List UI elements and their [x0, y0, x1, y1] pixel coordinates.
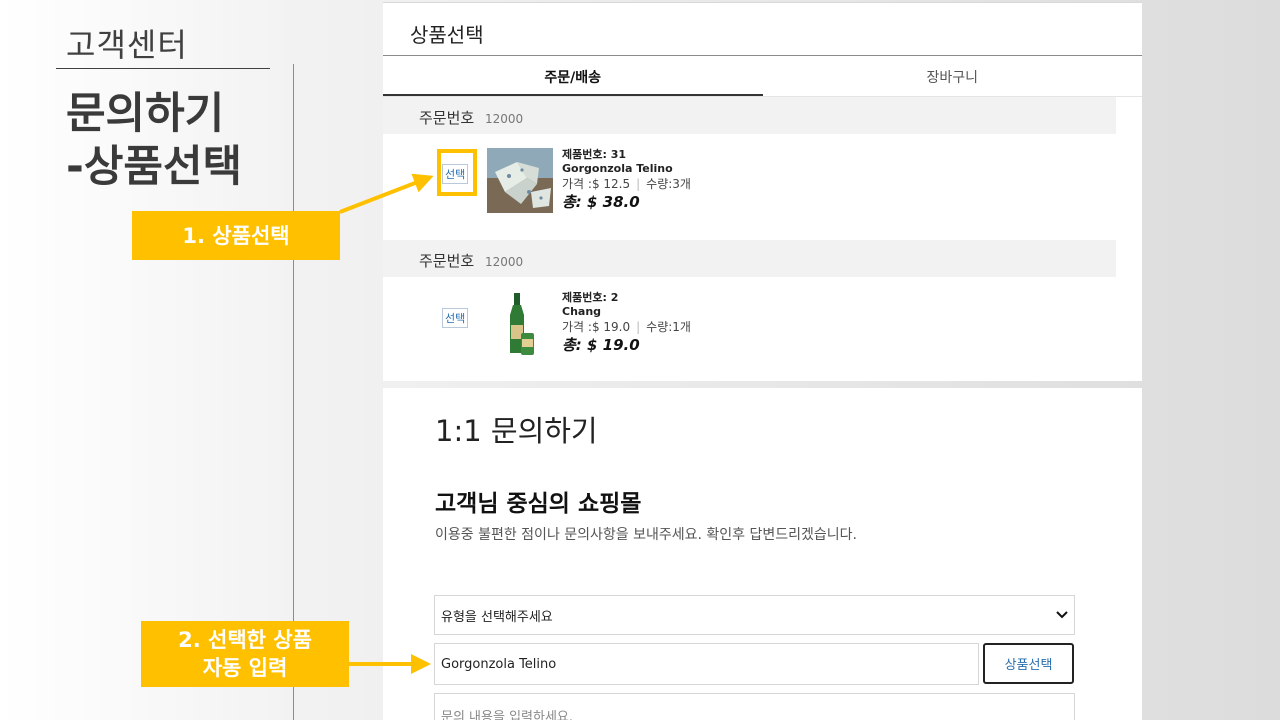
product-price: 가격 :$ 12.5: [562, 177, 631, 191]
highlight-box: [437, 149, 477, 196]
inquiry-content-placeholder: 문의 내용을 입력하세요.: [441, 710, 573, 720]
order-label: 주문번호: [419, 252, 475, 270]
order-label: 주문번호: [419, 109, 475, 127]
product-total: 총: $ 19.0: [562, 336, 640, 354]
price-line: 가격 :$ 19.0 | 수량:1개: [562, 320, 691, 334]
slide-title: 문의하기 -상품선택: [66, 89, 243, 192]
price-line: 가격 :$ 12.5 | 수량:3개: [562, 177, 691, 191]
callout-step-1: 1. 상품선택: [132, 211, 340, 260]
product-id: 제품번호: 31: [562, 148, 627, 161]
inquiry-type-select[interactable]: 유형을 선택해주세요: [434, 595, 1075, 635]
title-divider: [56, 68, 270, 69]
product-id: 제품번호: 2: [562, 291, 619, 304]
product-name: Chang: [562, 305, 602, 318]
product-quantity: 수량:1개: [646, 320, 691, 334]
tab-cart[interactable]: 장바구니: [763, 56, 1143, 96]
beer-image: [504, 291, 536, 357]
product-info: 제품번호: 31 Gorgonzola Telino 가격 :$ 12.5 | 수량…: [562, 148, 691, 211]
inquiry-description: 이용중 불편한 점이나 문의사항을 보내주세요. 확인후 답변드리겠습니다.: [435, 527, 857, 543]
callout-step-2: 2. 선택한 상품 자동 입력: [141, 621, 349, 687]
product-name: Gorgonzola Telino: [562, 162, 673, 175]
select-product-button[interactable]: 선택: [442, 308, 469, 328]
product-price: 가격 :$ 19.0: [562, 320, 631, 334]
cheese-image: [487, 148, 553, 213]
tab-bar: 주문/배송 장바구니: [383, 56, 1142, 97]
tab-order-delivery[interactable]: 주문/배송: [383, 56, 763, 96]
product-total: 총: $ 38.0: [562, 193, 640, 211]
product-info: 제품번호: 2 Chang 가격 :$ 19.0 | 수량:1개 총: $ 19.0: [562, 291, 691, 354]
chevron-down-icon: [1056, 608, 1068, 623]
order-number: 12000: [484, 112, 524, 126]
inquiry-content-field[interactable]: 문의 내용을 입력하세요.: [434, 693, 1075, 720]
product-select-button[interactable]: 상품선택: [983, 643, 1074, 684]
product-name-field[interactable]: Gorgonzola Telino: [434, 643, 979, 685]
inquiry-subtitle: 고객님 중심의 쇼핑몰: [435, 490, 642, 517]
inquiry-title: 1:1 문의하기: [435, 414, 598, 448]
order-header: 주문번호 12000: [383, 240, 1116, 277]
order-number: 12000: [484, 255, 524, 269]
inquiry-panel: 1:1 문의하기 고객님 중심의 쇼핑몰 이용중 불편한 점이나 문의사항을 보…: [383, 388, 1142, 720]
slide-subtitle: 고객센터: [66, 26, 188, 64]
order-header: 주문번호 12000: [383, 97, 1116, 134]
inquiry-type-value: 유형을 선택해주세요: [441, 609, 553, 625]
panel-header: 상품선택: [383, 3, 1142, 56]
product-quantity: 수량:3개: [646, 177, 691, 191]
product-name-value: Gorgonzola Telino: [441, 656, 557, 672]
product-select-panel: 상품선택 주문/배송 장바구니 주문번호 12000 제품번호: 31 Gorg…: [383, 2, 1142, 381]
